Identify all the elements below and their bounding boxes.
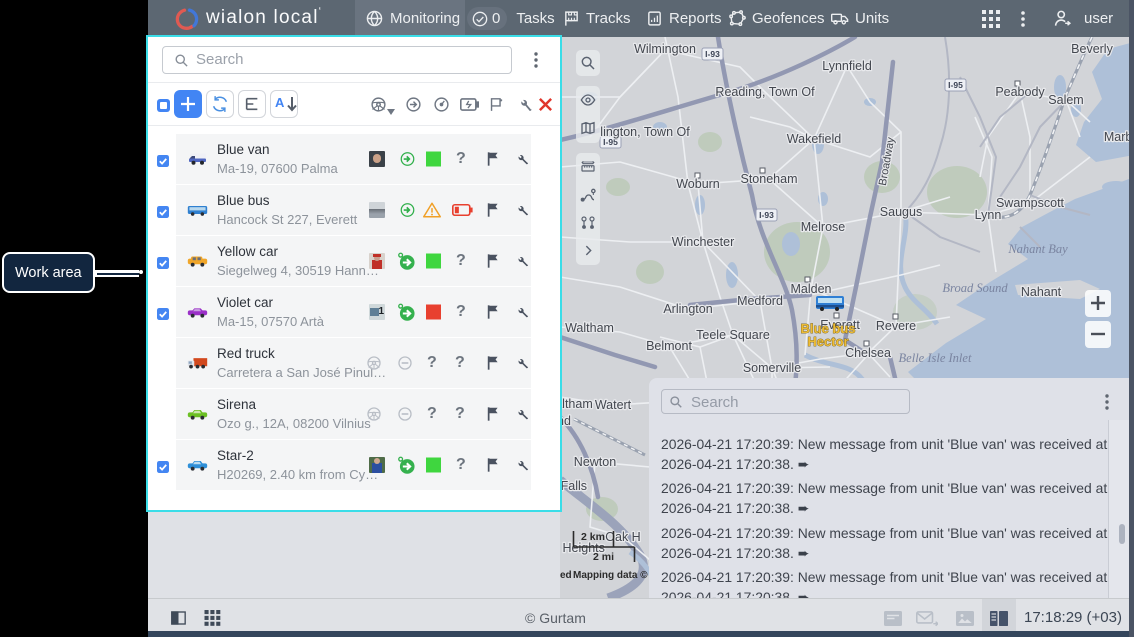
svg-text:Reading, Town Of: Reading, Town Of [715, 85, 815, 99]
svg-text:Medford: Medford [737, 294, 783, 308]
svg-text:Oak H: Oak H [605, 530, 640, 544]
svg-text:altham: altham [560, 397, 593, 411]
svg-text:Peabody: Peabody [995, 85, 1045, 99]
svg-text:Malden: Malden [791, 282, 832, 296]
svg-text:Nahant: Nahant [1021, 285, 1062, 299]
svg-text:Arlington: Arlington [663, 302, 712, 316]
svg-text:Watert: Watert [595, 398, 632, 412]
svg-text:Revere: Revere [876, 319, 916, 333]
svg-text:Lynnfield: Lynnfield [822, 59, 872, 73]
svg-text:I-93: I-93 [759, 210, 774, 220]
svg-text:2 km: 2 km [581, 531, 605, 543]
svg-text:Nahant Bay: Nahant Bay [1007, 242, 1068, 256]
svg-text:Broad Sound: Broad Sound [942, 281, 1008, 295]
svg-text:Beverly: Beverly [1071, 42, 1113, 56]
svg-text:Somerville: Somerville [743, 361, 801, 375]
svg-text:Melrose: Melrose [801, 220, 846, 234]
svg-text:Swampscott: Swampscott [996, 196, 1065, 210]
svg-text:Salem: Salem [1048, 93, 1083, 107]
svg-text:2 mi: 2 mi [593, 551, 614, 563]
svg-text:Teele Square: Teele Square [696, 328, 770, 342]
svg-text:I-93: I-93 [705, 49, 720, 59]
svg-text:Winchester: Winchester [672, 235, 735, 249]
svg-text:Wakefield: Wakefield [787, 132, 841, 146]
svg-text:Newton: Newton [574, 455, 616, 469]
svg-text:Woburn: Woburn [676, 177, 720, 191]
svg-text:Wilmington: Wilmington [634, 42, 696, 56]
svg-text:Belle Isle Inlet: Belle Isle Inlet [899, 351, 972, 365]
svg-text:Belmont: Belmont [646, 339, 692, 353]
svg-text:Stoneham: Stoneham [741, 172, 798, 186]
svg-text:Lynn: Lynn [975, 208, 1002, 222]
svg-text:Hector: Hector [807, 334, 848, 349]
svg-text:ed: ed [560, 570, 572, 581]
svg-text:I-95: I-95 [948, 80, 963, 90]
svg-text:Mapping data ©: Mapping data © [573, 570, 648, 581]
svg-text:lington, Town Of: lington, Town Of [600, 125, 690, 139]
svg-text:orth Waltham: orth Waltham [560, 321, 614, 335]
svg-text:Chelsea: Chelsea [845, 346, 891, 360]
svg-text:Saugus: Saugus [880, 205, 922, 219]
svg-text:r Falls: r Falls [560, 479, 587, 493]
